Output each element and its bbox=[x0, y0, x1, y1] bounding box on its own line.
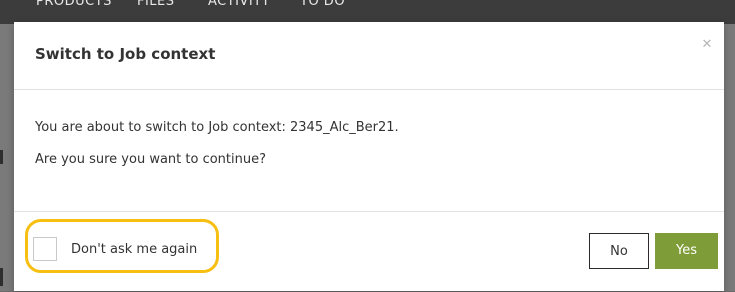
dialog-message: You are about to switch to Job context: … bbox=[35, 120, 399, 135]
dialog-body: You are about to switch to Job context: … bbox=[14, 90, 724, 211]
nav-files: FILES bbox=[137, 0, 175, 9]
confirm-dialog: Switch to Job context ✕ You are about to… bbox=[14, 22, 724, 291]
yes-button[interactable]: Yes bbox=[655, 233, 718, 269]
background-sliver bbox=[0, 268, 3, 286]
nav-todo: TO DO bbox=[300, 0, 346, 9]
background-overlay-right bbox=[724, 24, 735, 291]
close-icon[interactable]: ✕ bbox=[698, 36, 716, 54]
no-button[interactable]: No bbox=[589, 233, 649, 269]
background-sliver bbox=[0, 150, 3, 164]
nav-products: PRODUCTS bbox=[36, 0, 112, 9]
background-nav: PRODUCTS FILES ACTIVITY TO DO bbox=[0, 0, 735, 24]
dont-ask-again-label: Don't ask me again bbox=[71, 241, 198, 257]
nav-activity: ACTIVITY bbox=[208, 0, 271, 9]
dialog-footer: Don't ask me again No Yes bbox=[14, 211, 724, 292]
dialog-question: Are you sure you want to continue? bbox=[35, 152, 266, 167]
dialog-title: Switch to Job context bbox=[35, 45, 216, 63]
dialog-header: Switch to Job context ✕ bbox=[14, 22, 724, 90]
dont-ask-again-checkbox[interactable] bbox=[33, 237, 57, 261]
dont-ask-again-option[interactable]: Don't ask me again bbox=[33, 235, 197, 263]
